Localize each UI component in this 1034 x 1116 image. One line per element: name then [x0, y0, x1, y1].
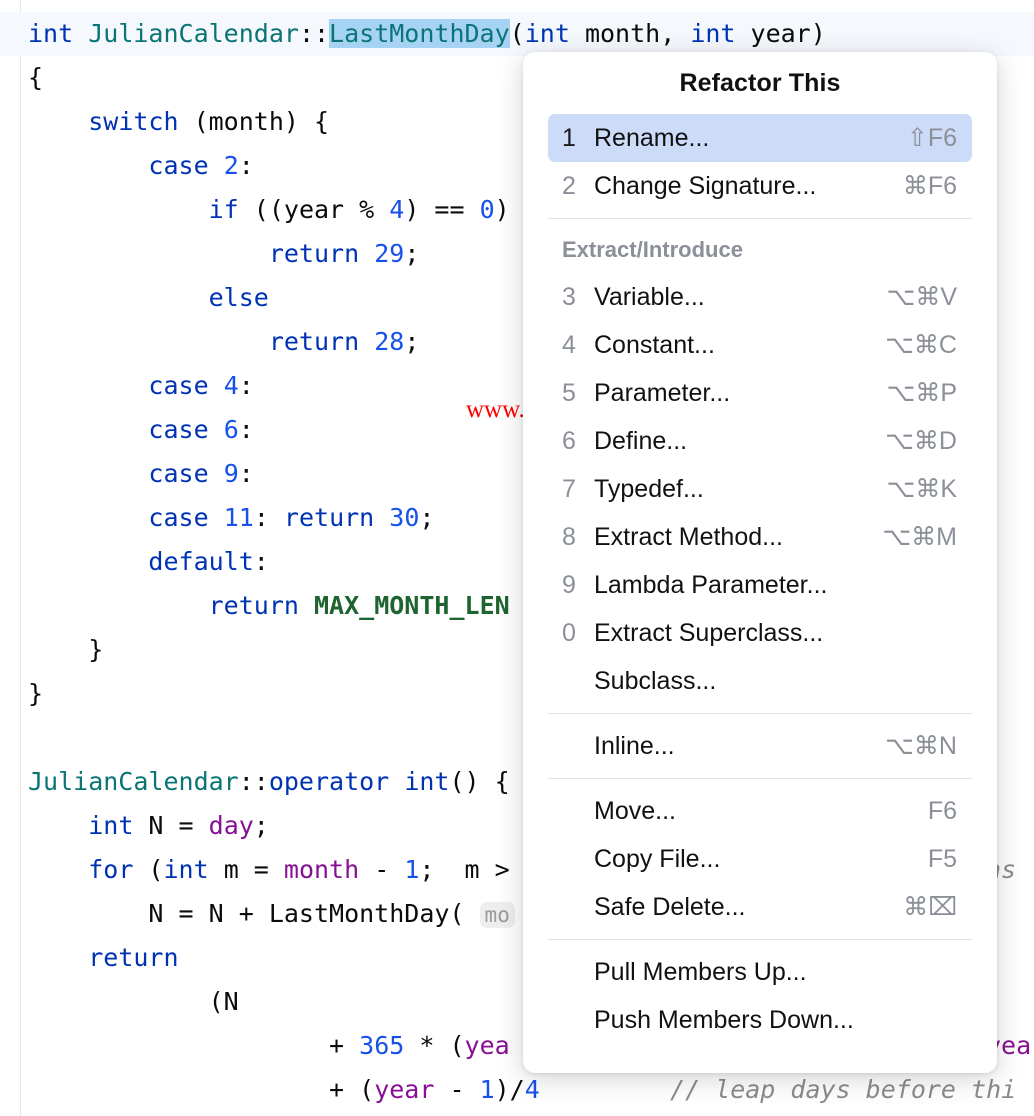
menu-item-safe-delete[interactable]: Safe Delete... ⌘⌧ — [548, 883, 972, 931]
editor-window: int JulianCalendar::LastMonthDay(int mon… — [0, 0, 1034, 1116]
menu-item-label: Move... — [594, 797, 914, 826]
menu-item-label: Safe Delete... — [594, 893, 889, 922]
menu-item-shortcut: ⌥⌘C — [871, 330, 957, 360]
menu-item-shortcut: ⌥⌘M — [868, 522, 957, 552]
menu-item-rename[interactable]: 1 Rename... ⇧F6 — [548, 114, 972, 162]
menu-item-label: Variable... — [594, 283, 873, 312]
menu-item-typedef[interactable]: 7 Typedef... ⌥⌘K — [548, 465, 972, 513]
refactor-this-popup[interactable]: Refactor This 1 Rename... ⇧F6 2 Change S… — [523, 52, 997, 1073]
menu-item-extract-method[interactable]: 8 Extract Method... ⌥⌘M — [548, 513, 972, 561]
menu-item-number: 7 — [562, 475, 594, 504]
menu-group-header-extract-introduce: Extract/Introduce — [523, 227, 997, 273]
menu-item-label: Constant... — [594, 331, 871, 360]
menu-item-shortcut: ⌥⌘P — [873, 378, 957, 408]
menu-item-shortcut: ⌘F6 — [889, 171, 957, 201]
menu-item-constant[interactable]: 4 Constant... ⌥⌘C — [548, 321, 972, 369]
menu-item-number: 1 — [562, 124, 594, 153]
menu-separator-1 — [548, 218, 972, 219]
menu-item-pull-members-up[interactable]: Pull Members Up... — [548, 948, 972, 996]
menu-item-label: Define... — [594, 427, 871, 456]
menu-item-label: Extract Method... — [594, 523, 868, 552]
menu-item-label: Lambda Parameter... — [594, 571, 943, 600]
menu-item-label: Change Signature... — [594, 172, 889, 201]
menu-item-label: Typedef... — [594, 475, 873, 504]
menu-item-number: 3 — [562, 283, 594, 312]
menu-separator-3 — [548, 778, 972, 779]
menu-item-number: 6 — [562, 427, 594, 456]
menu-item-change-signature[interactable]: 2 Change Signature... ⌘F6 — [548, 162, 972, 210]
menu-item-number: 2 — [562, 172, 594, 201]
code-line-signature[interactable]: int JulianCalendar::LastMonthDay(int mon… — [0, 12, 1034, 56]
menu-item-label: Subclass... — [594, 667, 943, 696]
menu-item-shortcut: ⌘⌧ — [889, 892, 957, 922]
menu-item-label: Inline... — [594, 732, 871, 761]
menu-item-variable[interactable]: 3 Variable... ⌥⌘V — [548, 273, 972, 321]
menu-separator-2 — [548, 713, 972, 714]
menu-item-number: 8 — [562, 523, 594, 552]
menu-item-number: 9 — [562, 571, 594, 600]
selected-identifier[interactable]: LastMonthDay — [329, 19, 510, 48]
menu-item-move[interactable]: Move... F6 — [548, 787, 972, 835]
code-fragment-comment: // leap days before thi — [670, 1068, 1034, 1112]
menu-item-label: Extract Superclass... — [594, 619, 943, 648]
popup-title: Refactor This — [523, 52, 997, 114]
menu-item-define[interactable]: 6 Define... ⌥⌘D — [548, 417, 972, 465]
parameter-hint-chip: mo — [480, 902, 515, 928]
menu-item-subclass[interactable]: Subclass... — [548, 657, 972, 705]
menu-item-label: Rename... — [594, 124, 893, 153]
menu-item-shortcut: ⌥⌘K — [873, 474, 957, 504]
menu-group-inline: Inline... ⌥⌘N — [523, 722, 997, 770]
menu-item-inline[interactable]: Inline... ⌥⌘N — [548, 722, 972, 770]
menu-item-shortcut: ⌥⌘D — [871, 426, 957, 456]
menu-item-copy-file[interactable]: Copy File... F5 — [548, 835, 972, 883]
menu-group-main: 1 Rename... ⇧F6 2 Change Signature... ⌘F… — [523, 114, 997, 210]
menu-item-shortcut: F6 — [914, 797, 957, 826]
menu-item-lambda-parameter[interactable]: 9 Lambda Parameter... — [548, 561, 972, 609]
menu-item-label: Copy File... — [594, 845, 914, 874]
menu-group-file-ops: Move... F6 Copy File... F5 Safe Delete..… — [523, 787, 997, 931]
menu-item-number: 5 — [562, 379, 594, 408]
menu-separator-4 — [548, 939, 972, 940]
menu-item-parameter[interactable]: 5 Parameter... ⌥⌘P — [548, 369, 972, 417]
menu-item-label: Parameter... — [594, 379, 873, 408]
menu-item-label: Push Members Down... — [594, 1006, 943, 1035]
menu-item-shortcut: F5 — [914, 845, 957, 874]
menu-group-members: Pull Members Up... Push Members Down... — [523, 948, 997, 1044]
menu-item-extract-superclass[interactable]: 0 Extract Superclass... — [548, 609, 972, 657]
menu-item-shortcut: ⇧F6 — [893, 123, 957, 153]
menu-group-extract-introduce: Extract/Introduce 3 Variable... ⌥⌘V 4 Co… — [523, 227, 997, 705]
menu-item-shortcut: ⌥⌘N — [871, 731, 957, 761]
menu-item-number: 0 — [562, 619, 594, 648]
menu-item-shortcut: ⌥⌘V — [873, 282, 957, 312]
menu-item-number: 4 — [562, 331, 594, 360]
menu-item-label: Pull Members Up... — [594, 958, 943, 987]
menu-item-push-members-down[interactable]: Push Members Down... — [548, 996, 972, 1044]
